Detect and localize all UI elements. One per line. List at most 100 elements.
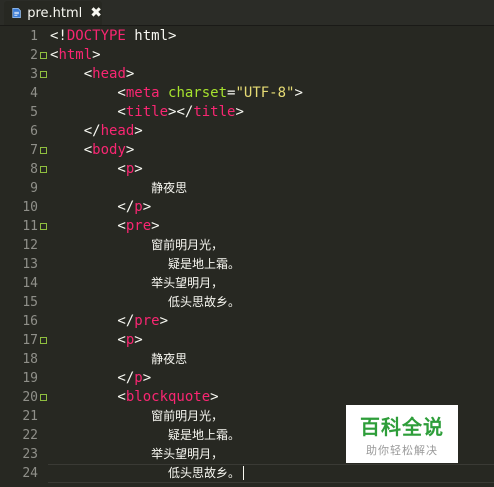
code-token: > xyxy=(125,142,135,158)
text-content: 疑是地上霜。 xyxy=(168,428,241,442)
text-content: 疑是地上霜。 xyxy=(168,257,241,271)
code-token: </ xyxy=(50,199,135,215)
code-token: charset xyxy=(168,85,228,101)
code-line[interactable]: 低头思故乡。 xyxy=(50,464,245,483)
code-line[interactable]: 举头望明月， xyxy=(50,274,223,293)
text-cursor xyxy=(243,466,245,480)
code-token: body xyxy=(92,142,126,158)
code-line[interactable]: 静夜思 xyxy=(50,179,187,198)
code-line[interactable]: 窗前明月光， xyxy=(50,236,223,255)
line-number: 18 xyxy=(22,352,38,367)
code-token: < xyxy=(50,142,93,158)
code-line[interactable]: <!DOCTYPE html> xyxy=(50,27,176,46)
line-number: 21 xyxy=(22,409,38,424)
text-content: 窗前明月光， xyxy=(151,238,224,252)
line-number: 22 xyxy=(22,428,38,443)
code-line[interactable]: 窗前明月光， xyxy=(50,407,223,426)
line-number: 1 xyxy=(30,29,38,44)
fold-marker-icon[interactable] xyxy=(40,223,47,230)
text-content: 举头望明月， xyxy=(151,276,224,290)
code-token: DOCTYPE xyxy=(66,28,126,44)
code-token: title xyxy=(125,104,169,120)
code-token: </ xyxy=(50,313,135,329)
code-line[interactable]: <pre> xyxy=(50,217,160,236)
line-number: 19 xyxy=(22,371,38,386)
code-token: head xyxy=(92,66,126,82)
fold-marker-icon[interactable] xyxy=(40,71,47,78)
code-token: pre xyxy=(134,313,160,329)
fold-marker-icon[interactable] xyxy=(40,394,47,401)
code-token: > xyxy=(134,123,143,139)
code-token: < xyxy=(50,389,126,405)
line-number: 14 xyxy=(22,276,38,291)
code-token: > xyxy=(92,47,101,63)
tab-pre-html[interactable]: pre.html ✖ xyxy=(4,1,102,25)
code-line[interactable]: 举头望明月， xyxy=(50,445,223,464)
editor-window: pre.html ✖ 1 2 3 4 5 6 7 8 9 10 11 12 13 14 15 16 17 18 19… xyxy=(0,0,494,487)
code-token: title xyxy=(193,104,236,120)
code-line[interactable]: <blockquote> xyxy=(50,388,219,407)
code-token: > xyxy=(151,218,160,234)
code-line[interactable]: <head> xyxy=(50,65,135,84)
line-number: 15 xyxy=(22,295,38,310)
code-token: < xyxy=(50,218,126,234)
line-number: 11 xyxy=(22,219,38,234)
code-token: html xyxy=(58,47,93,63)
code-token: p xyxy=(134,370,143,386)
code-line[interactable]: <html> xyxy=(50,46,101,65)
watermark-subtitle: 助你轻松解决 xyxy=(366,444,438,457)
code-line[interactable]: 疑是地上霜。 xyxy=(50,426,240,445)
line-number: 10 xyxy=(22,200,38,215)
code-line[interactable]: </pre> xyxy=(50,312,168,331)
fold-marker-icon[interactable] xyxy=(40,166,47,173)
line-number: 24 xyxy=(22,466,38,481)
code-token: blockquote xyxy=(125,389,211,405)
code-line[interactable]: <p> xyxy=(50,160,142,179)
line-number: 12 xyxy=(22,238,38,253)
line-number: 23 xyxy=(22,447,38,462)
code-line[interactable]: 疑是地上霜。 xyxy=(50,255,240,274)
tab-bar: pre.html ✖ xyxy=(0,0,494,26)
line-number-gutter: 1 2 3 4 5 6 7 8 9 10 11 12 13 14 15 16 17 18 19 20 21 22 23 24 xyxy=(0,26,48,487)
text-content: 举头望明月， xyxy=(151,447,224,461)
code-token: </ xyxy=(50,370,135,386)
code-token: > xyxy=(210,389,219,405)
watermark-title: 百科全说 xyxy=(360,415,444,439)
code-token: head xyxy=(100,123,135,139)
code-line[interactable]: </head> xyxy=(50,122,143,141)
line-number: 7 xyxy=(30,143,38,158)
fold-marker-icon[interactable] xyxy=(40,52,47,59)
close-tab-icon[interactable]: ✖ xyxy=(90,5,102,21)
line-number: 6 xyxy=(30,124,38,139)
code-line[interactable]: </p> xyxy=(50,369,151,388)
code-line[interactable]: <p> xyxy=(50,331,143,350)
fold-marker-icon[interactable] xyxy=(40,147,47,154)
code-token: < xyxy=(50,104,126,120)
text-content: 低头思故乡。 xyxy=(168,466,241,480)
code-token: > xyxy=(134,332,143,348)
code-line[interactable]: 低头思故乡。 xyxy=(50,293,240,312)
code-token: "UTF-8" xyxy=(235,85,295,101)
file-icon xyxy=(12,8,21,18)
line-number: 4 xyxy=(30,86,38,101)
code-line[interactable]: <body> xyxy=(50,141,135,160)
line-number: 17 xyxy=(22,333,38,348)
code-token: p xyxy=(134,199,143,215)
code-line[interactable]: 静夜思 xyxy=(50,350,187,369)
code-line[interactable]: <meta charset="UTF-8"> xyxy=(50,84,303,103)
fold-marker-icon[interactable] xyxy=(40,337,47,344)
code-token: html> xyxy=(125,28,177,44)
code-line[interactable]: <title></title> xyxy=(50,103,244,122)
code-token: > xyxy=(159,313,169,329)
code-line[interactable]: </p> xyxy=(50,198,151,217)
code-token: > xyxy=(235,104,244,120)
